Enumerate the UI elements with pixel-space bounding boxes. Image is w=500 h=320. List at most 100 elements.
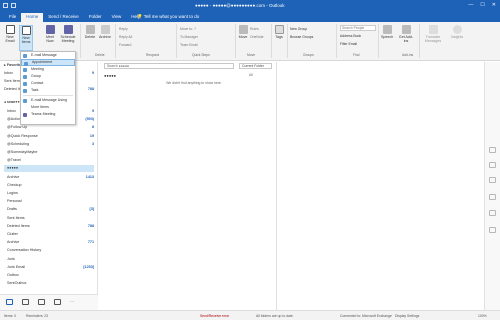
tab-home[interactable]: Home [21, 13, 44, 22]
reminders-count[interactable]: Reminders: 23 [26, 314, 48, 318]
folder-icon[interactable] [489, 177, 496, 183]
tab-send-receive[interactable]: Send / Receive [43, 13, 84, 22]
reply-button[interactable]: Reply [119, 27, 128, 31]
folder-item[interactable]: Personal [4, 198, 94, 205]
menu-item-group[interactable]: Group [21, 73, 75, 80]
schedule-meeting-button[interactable]: Schedule Meeting [59, 25, 77, 43]
folder-item[interactable]: SentOutbox [4, 280, 94, 287]
tell-me-search[interactable]: 💡 Tell me what you want to do [137, 14, 199, 20]
close-button[interactable]: ✕ [492, 2, 496, 8]
translate-messages-button[interactable]: Translate Messages [422, 25, 444, 43]
browse-groups-button[interactable]: Browse Groups [290, 35, 313, 39]
search-people-input[interactable]: Search People [340, 25, 376, 31]
new-email-button[interactable]: New Email [3, 25, 17, 43]
display-settings-button[interactable]: Display Settings [395, 314, 419, 318]
folder-move-icon [238, 25, 248, 34]
folder-item[interactable]: Clutter [4, 231, 94, 238]
trash-icon[interactable] [489, 147, 496, 153]
folder-item[interactable]: @SomedayMaybe [4, 149, 94, 156]
folder-item[interactable]: Sent Items [4, 215, 94, 222]
folder-label: Junk [7, 256, 15, 261]
folder-item[interactable]: @Scheduling 3 [4, 141, 94, 148]
minimize-button[interactable]: — [468, 2, 473, 8]
search-input[interactable]: Search ●●●●● [104, 63, 234, 69]
new-items-icon [21, 26, 31, 35]
folder-item[interactable]: Drafts [3] [4, 206, 94, 213]
save-icon[interactable] [3, 3, 8, 8]
filter-dropdown[interactable]: All [249, 73, 253, 77]
arrow-down-icon[interactable] [489, 227, 496, 233]
onenote-button[interactable]: OneNote [250, 35, 264, 39]
move-button[interactable]: Move [238, 25, 248, 39]
tab-view[interactable]: View [107, 13, 127, 22]
new-group-button[interactable]: New Group [290, 27, 307, 31]
menu-item-more-items[interactable]: More Items [21, 104, 75, 111]
mail-icon[interactable] [6, 299, 13, 305]
arrow-up-icon[interactable] [489, 210, 496, 216]
folder-count: 3 [91, 141, 94, 146]
maximize-button[interactable]: ☐ [480, 2, 484, 8]
quick-step-team-email[interactable]: Team Email [180, 43, 198, 47]
get-addins-button[interactable]: Get Add-ins [397, 25, 415, 43]
folder-item[interactable]: Deleted Items 788 [4, 223, 94, 230]
menu-item-teams-meeting[interactable]: Teams Meeting [21, 111, 75, 118]
folder-item[interactable]: @Follow Up 8 [4, 124, 94, 131]
folder-item[interactable]: Archive 771 [4, 239, 94, 246]
tab-folder[interactable]: Folder [84, 13, 107, 22]
menu-item-meeting[interactable]: Meeting [21, 66, 75, 73]
zoom-level[interactable]: 100% [478, 314, 487, 318]
folder-item[interactable]: @Travel [4, 157, 94, 164]
folder-item[interactable]: ●●●●● [4, 165, 94, 173]
calendar-icon[interactable] [22, 299, 29, 305]
quick-step-to-manager[interactable]: To Manager [180, 35, 198, 39]
folder-item[interactable]: Conversation History [4, 247, 94, 254]
insights-button[interactable]: Insights [450, 25, 464, 39]
items-count: Items: 0 [4, 314, 17, 318]
filter-email-button[interactable]: Filter Email [340, 42, 357, 46]
group-separator [419, 24, 420, 58]
address-book-button[interactable]: Address Book [340, 34, 361, 38]
folder-label: @Scheduling [7, 141, 29, 146]
menu-item-appointment[interactable]: Appointment [21, 59, 75, 66]
delete-button[interactable]: Delete [84, 25, 96, 39]
flag-icon[interactable] [489, 194, 496, 200]
more-icon[interactable]: ··· [70, 299, 77, 305]
group-separator [378, 24, 379, 58]
undo-icon[interactable] [11, 3, 16, 8]
speech-button[interactable]: Speech [381, 25, 393, 39]
window-title: ●●●●● - ●●●●●@●●●●●●●●●.com - Outlook [195, 3, 285, 8]
reading-pane [278, 62, 481, 310]
tasks-icon[interactable] [54, 299, 61, 305]
menu-item-email-message[interactable]: E-mail Message [21, 52, 75, 59]
archive-button[interactable]: Archive [98, 25, 112, 39]
meet-now-button[interactable]: Meet Now [43, 25, 57, 43]
folder-label: Drafts [7, 207, 17, 212]
menu-item-contact[interactable]: Contact [21, 80, 75, 87]
module-nav-bar: ··· [0, 294, 98, 310]
store-icon [401, 25, 411, 34]
tab-file[interactable]: File [4, 13, 21, 22]
people-icon[interactable] [38, 299, 45, 305]
folder-item[interactable]: Checkup [4, 182, 94, 189]
menu-item-email-using[interactable]: E-mail Message Using [21, 97, 75, 104]
delete-icon [85, 25, 95, 34]
search-scope-dropdown[interactable]: Current Folder [239, 63, 272, 69]
tags-button[interactable]: Tags [274, 25, 284, 39]
reply-all-button[interactable]: Reply All [119, 35, 132, 39]
folder-item[interactable]: @Quick Response 19 [4, 133, 94, 140]
folder-item[interactable]: Junk Email [1253] [4, 264, 94, 271]
archive-icon[interactable] [489, 162, 496, 168]
folder-label: Archive [7, 240, 20, 245]
folder-item[interactable]: Junk [4, 256, 94, 263]
folder-label: Conversation History [7, 248, 42, 253]
quick-step-move-to[interactable]: Move to: ? [180, 27, 196, 31]
folder-item[interactable]: Logins [4, 190, 94, 197]
folder-item[interactable]: Outbox [4, 272, 94, 279]
folder-count: 8 [91, 125, 94, 130]
new-items-button[interactable]: New Items [19, 25, 33, 51]
forward-button[interactable]: Forward [119, 43, 131, 47]
menu-item-task[interactable]: Task [21, 87, 75, 94]
rules-button[interactable]: Rules [250, 27, 259, 31]
send-receive-status[interactable]: Send/Receive error [200, 314, 229, 318]
folder-item[interactable]: Archive 1413 [4, 174, 94, 181]
